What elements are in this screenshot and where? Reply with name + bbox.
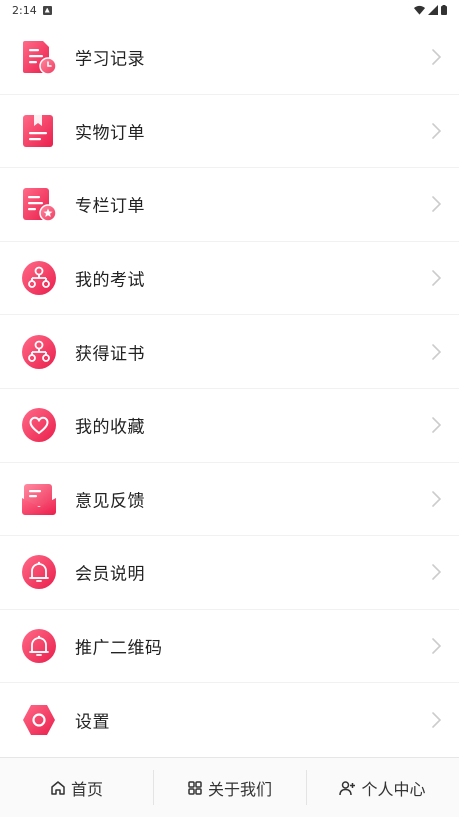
bell-icon bbox=[21, 628, 57, 664]
study-record-icon bbox=[21, 39, 57, 76]
menu-item-physical-order[interactable]: 实物订单 bbox=[0, 94, 459, 169]
chevron-right-icon bbox=[429, 269, 443, 287]
menu-item-column-order[interactable]: 专栏订单 bbox=[0, 168, 459, 242]
status-time: 2:14 bbox=[12, 3, 37, 17]
tab-home[interactable]: 首页 bbox=[0, 758, 153, 817]
menu-item-settings[interactable]: 设置 bbox=[0, 683, 459, 757]
heart-icon bbox=[21, 407, 57, 443]
menu-item-study-record[interactable]: 学习记录 bbox=[0, 21, 459, 95]
chevron-right-icon bbox=[429, 563, 443, 581]
menu-item-certificate[interactable]: 获得证书 bbox=[0, 315, 459, 389]
menu-label: 实物订单 bbox=[75, 123, 145, 144]
menu-label: 意见反馈 bbox=[75, 491, 145, 512]
menu-label: 学习记录 bbox=[75, 49, 145, 70]
tab-profile[interactable]: 个人中心 bbox=[306, 758, 459, 817]
bell-icon bbox=[21, 554, 57, 590]
certificate-icon bbox=[21, 334, 57, 370]
home-icon bbox=[51, 780, 65, 795]
column-order-icon bbox=[21, 186, 57, 223]
chevron-right-icon bbox=[429, 122, 443, 140]
menu-label: 我的收藏 bbox=[75, 417, 145, 438]
menu-item-membership-info[interactable]: 会员说明 bbox=[0, 536, 459, 610]
notification-icon bbox=[42, 5, 52, 15]
menu-label: 会员说明 bbox=[75, 564, 145, 585]
menu-label: 专栏订单 bbox=[75, 196, 145, 217]
menu-item-feedback[interactable]: 意见反馈 bbox=[0, 462, 459, 537]
menu-list: 学习记录 实物订单 专栏订单 我的考试 获得证书 我的收藏 意见反馈 会员说明 … bbox=[0, 21, 459, 757]
chevron-right-icon bbox=[429, 416, 443, 434]
tab-about-us[interactable]: 关于我们 bbox=[153, 758, 306, 817]
tab-label: 个人中心 bbox=[361, 779, 426, 799]
menu-item-my-exam[interactable]: 我的考试 bbox=[0, 241, 459, 316]
user-add-icon bbox=[339, 780, 356, 795]
status-left: 2:14 bbox=[12, 4, 52, 17]
chevron-right-icon bbox=[429, 490, 443, 508]
settings-icon bbox=[21, 702, 57, 738]
status-right bbox=[414, 5, 447, 15]
feedback-icon bbox=[21, 481, 57, 517]
tab-label: 首页 bbox=[70, 779, 103, 799]
battery-icon bbox=[441, 5, 447, 15]
signal-icon bbox=[428, 5, 438, 15]
chevron-right-icon bbox=[429, 637, 443, 655]
tab-label: 关于我们 bbox=[207, 779, 272, 799]
chevron-right-icon bbox=[429, 343, 443, 361]
menu-item-promo-qrcode[interactable]: 推广二维码 bbox=[0, 609, 459, 684]
status-bar: 2:14 bbox=[0, 0, 459, 20]
menu-label: 获得证书 bbox=[75, 344, 145, 365]
grid-icon bbox=[188, 780, 202, 795]
chevron-right-icon bbox=[429, 711, 443, 729]
menu-label: 推广二维码 bbox=[75, 638, 163, 659]
exam-icon bbox=[21, 260, 57, 296]
menu-label: 我的考试 bbox=[75, 270, 145, 291]
chevron-right-icon bbox=[429, 195, 443, 213]
physical-order-icon bbox=[21, 113, 57, 149]
bottom-tab-bar: 首页 关于我们 个人中心 bbox=[0, 757, 459, 817]
wifi-icon bbox=[414, 5, 425, 15]
menu-label: 设置 bbox=[75, 712, 110, 733]
chevron-right-icon bbox=[429, 48, 443, 66]
menu-item-favorites[interactable]: 我的收藏 bbox=[0, 388, 459, 463]
